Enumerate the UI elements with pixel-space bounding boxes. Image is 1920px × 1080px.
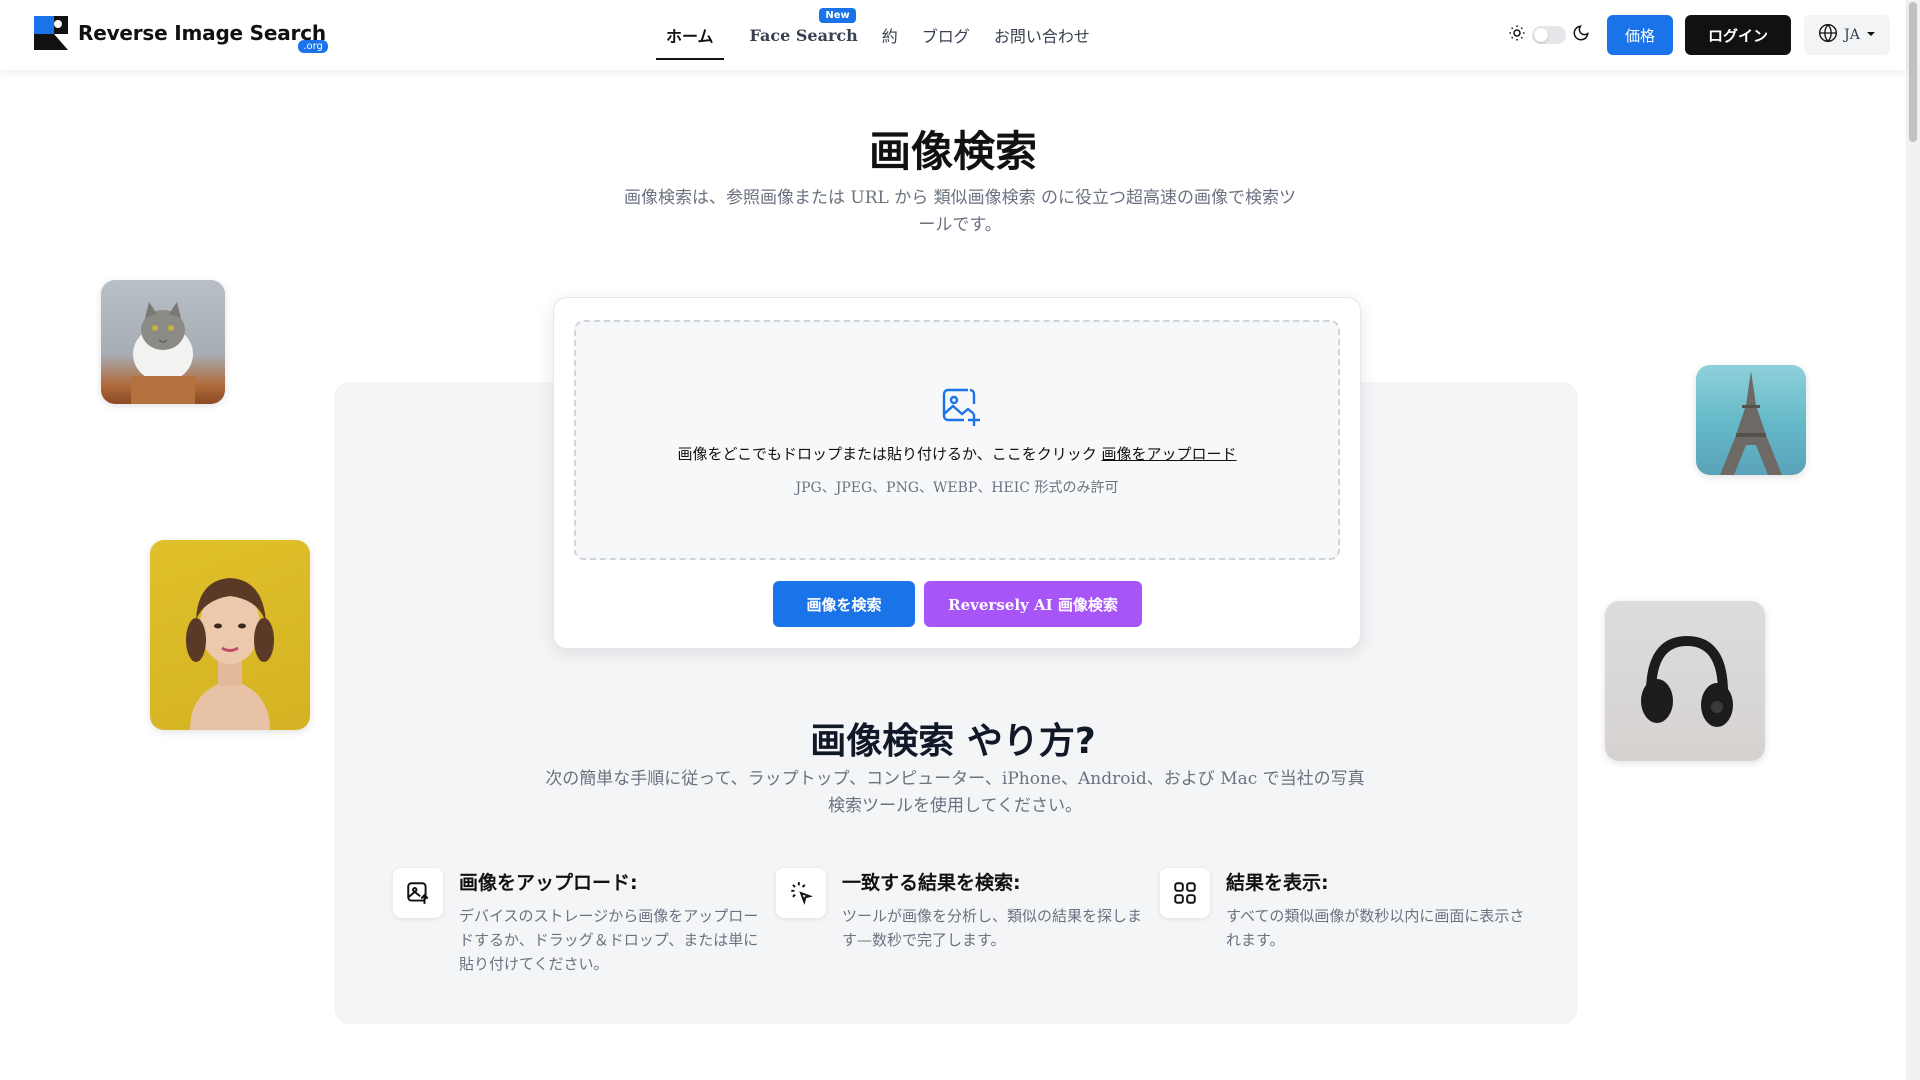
brand-name: Reverse Image Search xyxy=(78,21,326,45)
login-button[interactable]: ログイン xyxy=(1685,15,1791,55)
main-nav: ホーム Face Search New 約 ブログ お問い合わせ xyxy=(654,0,1102,70)
page-subtitle: 画像検索は、参照画像または URL から 類似画像検索 のに役立つ超高速の画像で… xyxy=(623,188,1297,235)
theme-switch-knob xyxy=(1534,28,1548,42)
pricing-button[interactable]: 価格 xyxy=(1607,15,1673,55)
page-title: 画像検索 xyxy=(868,127,1037,176)
globe-icon xyxy=(1818,23,1838,47)
sample-image-cat[interactable] xyxy=(101,280,225,404)
step-title: 一致する結果を検索: xyxy=(842,872,1021,894)
how-to-subtitle: 次の簡単な手順に従って、ラップトップ、コンピューター、iPhone、Androi… xyxy=(545,769,1365,816)
image-add-icon xyxy=(938,384,982,432)
allowed-formats: JPG、JPEG、PNG、WEBP、HEIC 形式のみ許可 xyxy=(795,480,1119,496)
nav-home[interactable]: ホーム xyxy=(654,0,726,70)
language-code: JA xyxy=(1844,27,1860,43)
brand-tld-badge: .org xyxy=(298,40,328,53)
new-badge: New xyxy=(819,8,856,23)
step-title: 画像をアップロード: xyxy=(459,872,638,894)
language-selector[interactable]: JA xyxy=(1804,15,1890,55)
how-to-title: 画像検索 やり方? xyxy=(810,721,1096,762)
theme-switch[interactable] xyxy=(1532,26,1566,44)
scrollbar-thumb[interactable] xyxy=(1909,2,1917,142)
sample-image-portrait[interactable] xyxy=(150,540,310,730)
nav-blog[interactable]: ブログ xyxy=(910,0,982,70)
sun-icon xyxy=(1508,24,1526,46)
step-description: すべての類似画像が数秒以内に画面に表示されます。 xyxy=(1226,907,1525,949)
theme-toggle[interactable] xyxy=(1508,24,1590,46)
image-upload-icon xyxy=(393,868,443,918)
nav-face-search[interactable]: Face Search New xyxy=(738,0,870,70)
dropzone-instruction: 画像をどこでもドロップまたは貼り付けるか、ここをクリック xyxy=(677,445,1097,463)
grid-icon xyxy=(1160,868,1210,918)
image-dropzone[interactable]: 画像をどこでもドロップまたは貼り付けるか、ここをクリック 画像をアップロード J… xyxy=(574,320,1340,560)
search-image-button[interactable]: 画像を検索 xyxy=(773,581,915,627)
ai-image-search-button[interactable]: Reversely AI 画像検索 xyxy=(924,581,1142,627)
top-navbar: Reverse Image Search .org ホーム Face Searc… xyxy=(0,0,1906,70)
step-description: ツールが画像を分析し、類似の結果を探します—数秒で完了します。 xyxy=(842,907,1143,949)
logo-mark-icon xyxy=(32,14,70,52)
moon-icon xyxy=(1572,24,1590,46)
brand-logo[interactable]: Reverse Image Search .org xyxy=(32,14,328,53)
nav-contact[interactable]: お問い合わせ xyxy=(982,0,1102,70)
step-title: 結果を表示: xyxy=(1226,872,1329,894)
sample-image-eiffel-tower[interactable] xyxy=(1696,365,1806,475)
click-cursor-icon xyxy=(776,868,826,918)
nav-about[interactable]: 約 xyxy=(870,0,910,70)
page-scrollbar[interactable] xyxy=(1906,0,1920,1080)
step-description: デバイスのストレージから画像をアップロードするか、ドラッグ＆ドロップ、または単に… xyxy=(459,907,759,973)
upload-card: 画像をどこでもドロップまたは貼り付けるか、ここをクリック 画像をアップロード J… xyxy=(553,297,1361,649)
caret-down-icon xyxy=(1866,27,1876,43)
nav-face-search-label: Face Search xyxy=(749,25,858,45)
upload-image-link[interactable]: 画像をアップロード xyxy=(1102,445,1237,463)
dropzone-prompt: 画像をどこでもドロップまたは貼り付けるか、ここをクリック 画像をアップロード xyxy=(576,443,1338,464)
